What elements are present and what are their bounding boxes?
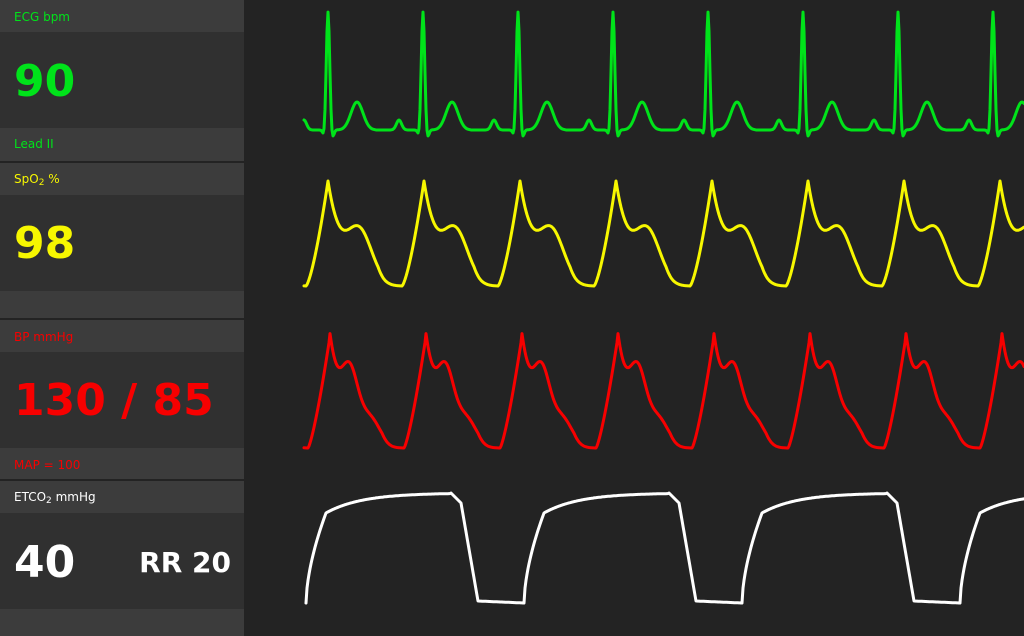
waveform-canvas bbox=[302, 10, 1024, 605]
arterial-bp-waveform bbox=[302, 332, 1024, 450]
bp-value-area: 130 / 85 bbox=[0, 352, 244, 448]
bp-panel-footer: MAP = 100 bbox=[0, 448, 244, 479]
ecg-panel-footer: Lead II bbox=[0, 128, 244, 161]
spo2-panel-footer bbox=[0, 291, 244, 318]
blood-pressure-value: 130 / 85 bbox=[14, 375, 214, 426]
etco2-panel: ETCO2 mmHg 40 RR 20 bbox=[0, 481, 244, 636]
waveform-area bbox=[244, 0, 1024, 636]
etco2-value-area: 40 RR 20 bbox=[0, 513, 244, 609]
etco2-panel-header: ETCO2 mmHg bbox=[0, 481, 244, 513]
spo2-label: SpO2 % bbox=[14, 172, 60, 190]
ecg-panel: ECG bpm 90 Lead II bbox=[0, 0, 244, 162]
spo2-value: 98 bbox=[14, 218, 76, 269]
ecg-waveform bbox=[302, 10, 1024, 138]
ecg-lead-label: Lead II bbox=[14, 137, 54, 151]
spo2-panel: SpO2 % 98 bbox=[0, 163, 244, 319]
capnography-waveform bbox=[304, 491, 1024, 605]
ecg-value-area: 90 bbox=[0, 32, 244, 128]
etco2-label: ETCO2 mmHg bbox=[14, 490, 96, 508]
heart-rate-value: 90 bbox=[14, 56, 76, 107]
bp-label: BP mmHg bbox=[14, 330, 74, 344]
map-value: MAP = 100 bbox=[14, 458, 81, 472]
etco2-value: 40 bbox=[14, 537, 76, 588]
etco2-label-unit: mmHg bbox=[51, 490, 96, 504]
ecg-label: ECG bpm bbox=[14, 10, 70, 24]
etco2-label-text: ETCO bbox=[14, 490, 47, 504]
spo2-panel-header: SpO2 % bbox=[0, 163, 244, 195]
bp-panel-header: BP mmHg bbox=[0, 320, 244, 352]
vitals-panel-column: ECG bpm 90 Lead II SpO2 % 98 BP mmHg 130… bbox=[0, 0, 244, 636]
bp-panel: BP mmHg 130 / 85 MAP = 100 bbox=[0, 320, 244, 480]
patient-monitor: ECG bpm 90 Lead II SpO2 % 98 BP mmHg 130… bbox=[0, 0, 1024, 636]
respiratory-rate-value: RR 20 bbox=[139, 546, 231, 579]
etco2-panel-footer bbox=[0, 609, 244, 636]
spo2-value-area: 98 bbox=[0, 195, 244, 291]
spo2-pleth-waveform bbox=[302, 179, 1024, 288]
spo2-label-text: SpO bbox=[14, 172, 39, 186]
spo2-label-unit: % bbox=[44, 172, 60, 186]
ecg-panel-header: ECG bpm bbox=[0, 0, 244, 32]
